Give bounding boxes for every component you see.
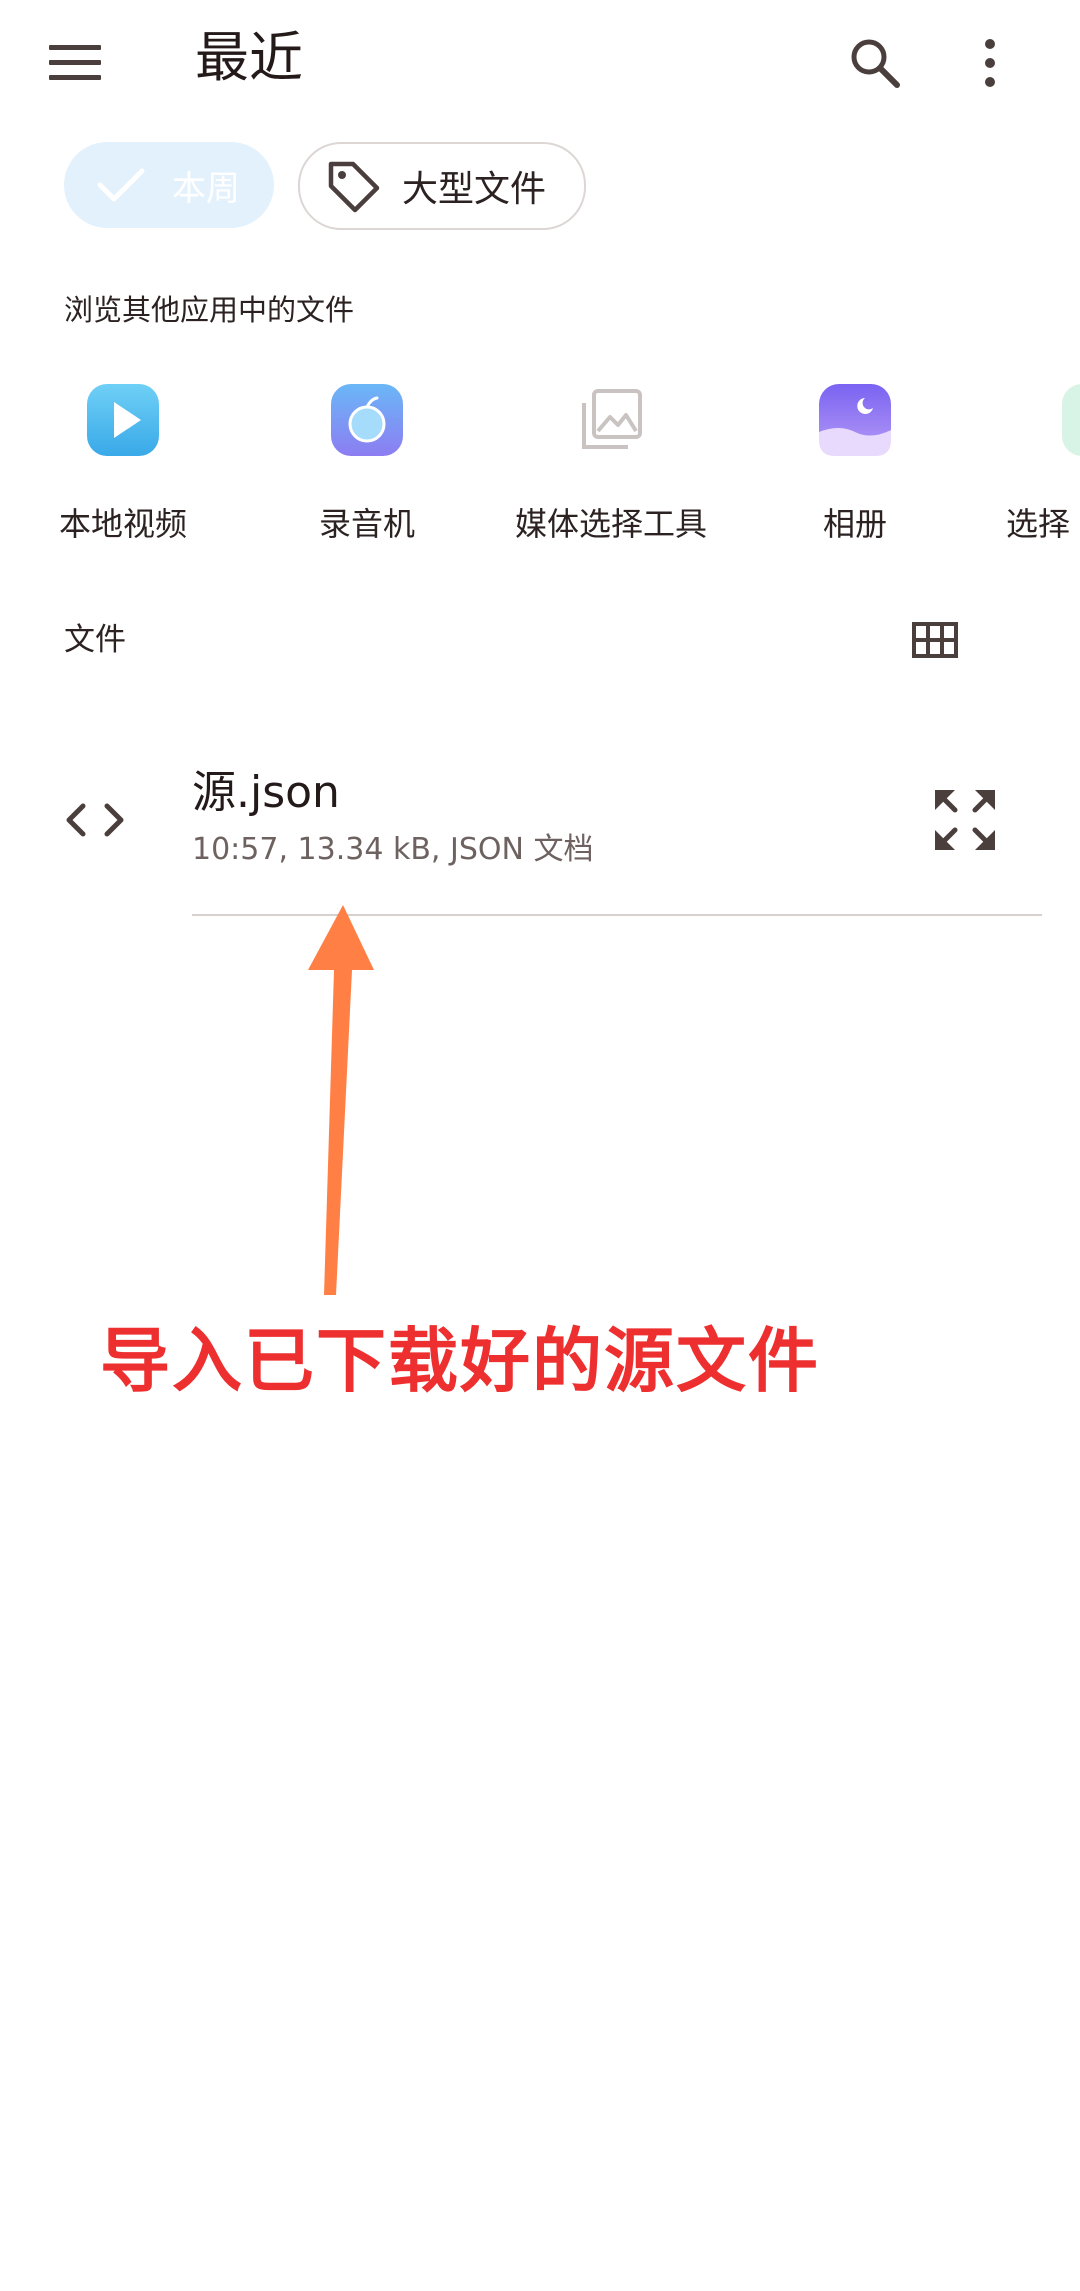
file-name: 源.json (192, 765, 340, 821)
menu-button[interactable] (30, 18, 120, 108)
app-partial[interactable]: 选择 (1004, 380, 1080, 550)
chip-this-week[interactable]: 本周 (64, 142, 274, 228)
search-icon (848, 36, 902, 90)
more-vert-icon (982, 38, 998, 88)
grid-view-button[interactable] (900, 610, 970, 670)
more-options-button[interactable] (945, 18, 1035, 108)
annotation-text: 导入已下载好的源文件 (100, 1316, 820, 1406)
app-recorder[interactable]: 录音机 (257, 380, 477, 550)
app-gallery[interactable]: 相册 (745, 380, 965, 550)
grid-view-icon (912, 622, 958, 658)
expand-icon (933, 788, 997, 852)
recorder-apple-icon (327, 380, 407, 460)
app-label: 媒体选择工具 (515, 504, 707, 544)
play-video-icon (83, 380, 163, 460)
app-icon (1060, 380, 1080, 460)
browse-section-title: 浏览其他应用中的文件 (64, 290, 354, 330)
photo-library-icon (571, 380, 651, 460)
app-label: 录音机 (319, 504, 415, 544)
file-list-item[interactable]: 源.json 10:57, 13.34 kB, JSON 文档 (0, 740, 1080, 915)
page-title: 最近 (195, 22, 303, 94)
app-label: 选择 (1006, 504, 1070, 544)
app-local-video[interactable]: 本地视频 (13, 380, 233, 550)
file-meta: 10:57, 13.34 kB, JSON 文档 (192, 830, 593, 870)
menu-icon (49, 43, 101, 83)
app-label: 本地视频 (59, 504, 187, 544)
code-icon (60, 790, 130, 850)
app-media-picker[interactable]: 媒体选择工具 (501, 380, 721, 550)
search-button[interactable] (830, 18, 920, 108)
check-icon (96, 163, 156, 207)
chip-large-files[interactable]: 大型文件 (298, 142, 586, 230)
gallery-moon-icon (815, 380, 895, 460)
tag-icon (322, 155, 384, 217)
app-label: 相册 (823, 504, 887, 544)
chip-label: 大型文件 (402, 160, 546, 212)
annotation-arrow (300, 905, 380, 1305)
chip-label: 本周 (172, 161, 240, 210)
expand-button[interactable] (925, 780, 1005, 860)
files-section-title: 文件 (64, 620, 126, 660)
